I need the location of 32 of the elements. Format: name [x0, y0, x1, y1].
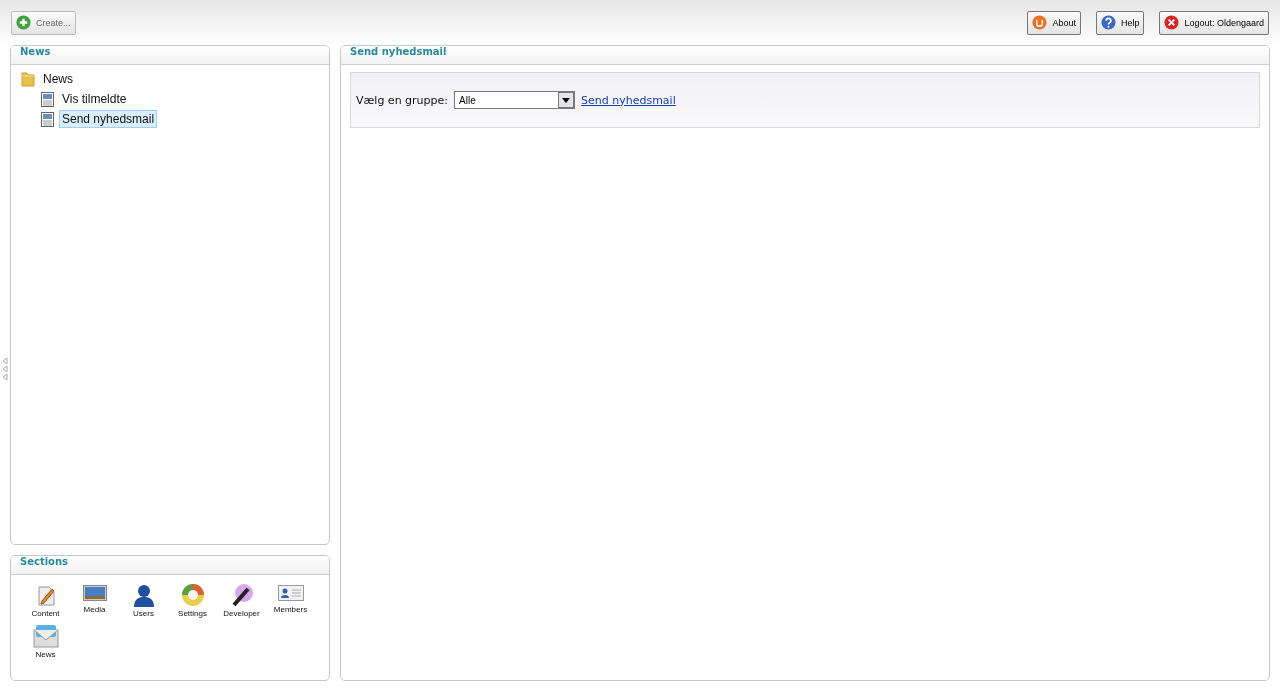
panel-title: News — [11, 46, 329, 65]
about-button[interactable]: About — [1027, 10, 1081, 35]
section-item[interactable]: Content — [21, 583, 70, 618]
picture-icon — [82, 583, 107, 603]
send-link[interactable]: Send nyhedsmail — [581, 93, 676, 107]
panel-title: Send nyhedsmail — [341, 46, 1269, 65]
user-icon — [131, 583, 156, 607]
section-item[interactable]: Media — [70, 583, 119, 618]
section-item[interactable]: Members — [266, 583, 315, 618]
section-item[interactable]: Developer — [217, 583, 266, 618]
field-label: Vælg en gruppe: — [356, 93, 448, 107]
section-item[interactable]: News — [21, 624, 70, 659]
envelope-icon — [32, 624, 59, 648]
plus-icon — [16, 15, 31, 30]
collapse-handle[interactable] — [2, 357, 8, 381]
color-ball-icon — [180, 583, 205, 607]
panel-title: Sections — [11, 556, 329, 575]
folder-icon — [21, 71, 35, 87]
create-button[interactable]: Create... — [11, 10, 76, 35]
document-icon — [41, 91, 54, 107]
group-dropdown[interactable]: Alle — [454, 91, 575, 109]
tree-item[interactable]: Vis tilmeldte — [59, 90, 130, 108]
tree-item[interactable]: Send nyhedsmail — [59, 110, 158, 128]
tree-item[interactable]: News — [40, 70, 76, 88]
section-item[interactable]: Settings — [168, 583, 217, 618]
help-icon — [1100, 15, 1116, 30]
help-button[interactable]: Help — [1095, 10, 1145, 35]
id-card-icon — [277, 583, 304, 603]
document-icon — [41, 111, 54, 127]
section-item[interactable]: Users — [119, 583, 168, 618]
close-icon — [1164, 15, 1180, 30]
logout-button[interactable]: Logout: Oldengaard — [1159, 10, 1269, 35]
